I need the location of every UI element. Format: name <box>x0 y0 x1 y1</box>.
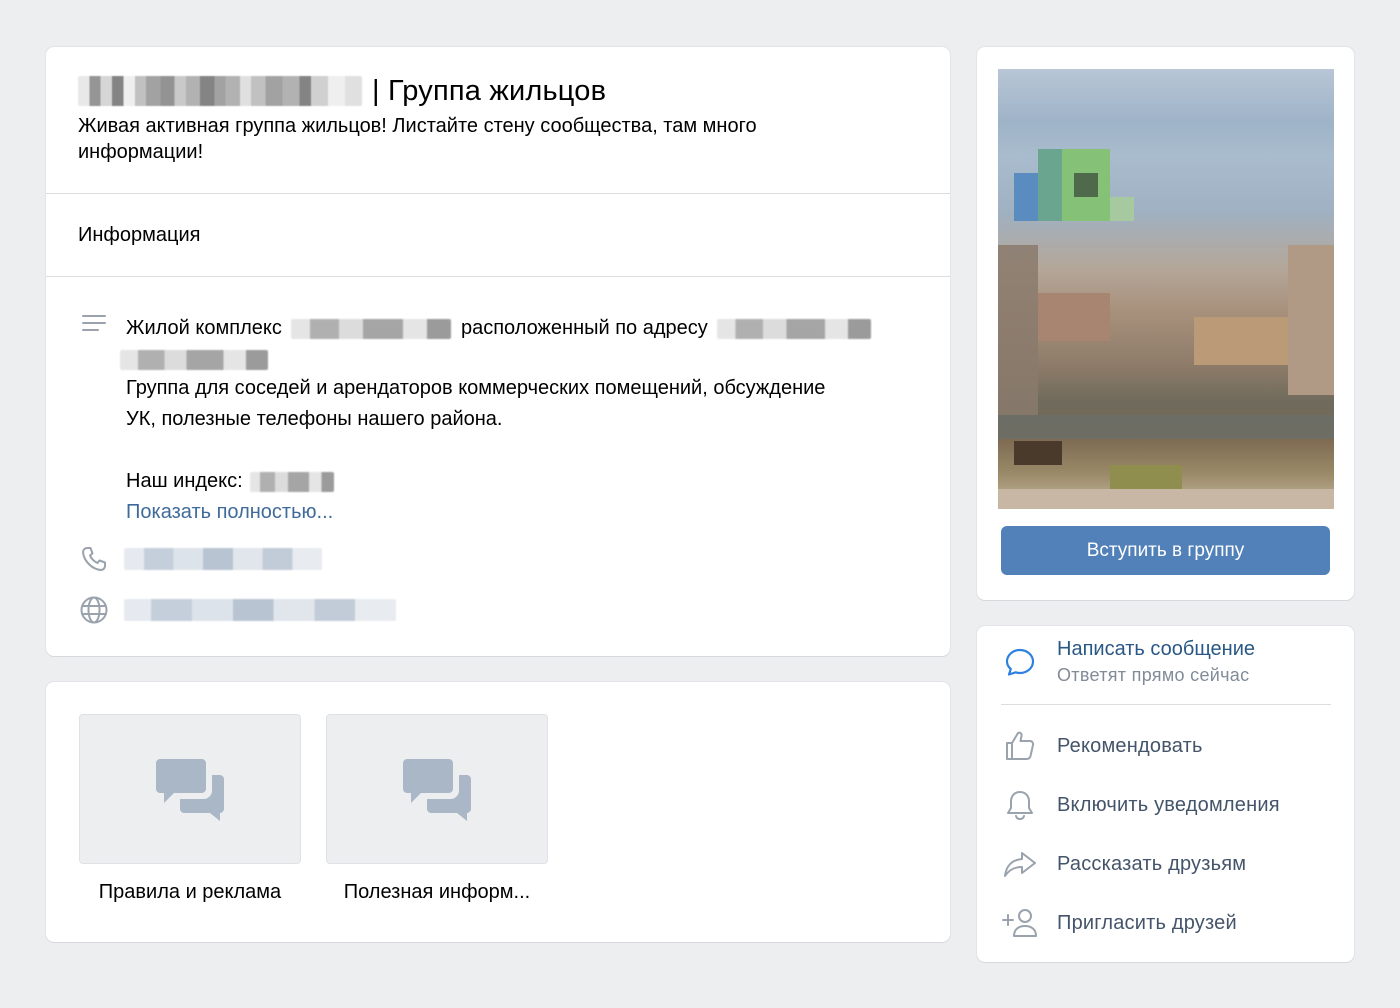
discussion-title[interactable]: Правила и реклама <box>79 881 301 904</box>
notifications-action[interactable]: Включить уведомления <box>1001 786 1280 824</box>
response-time-label: Ответят прямо сейчас <box>1057 665 1250 685</box>
phone-row[interactable] <box>78 543 322 575</box>
discussion-thumbnail[interactable] <box>79 714 301 864</box>
description-icon <box>82 315 106 335</box>
group-title: | Группа жильцов <box>372 74 607 107</box>
share-label[interactable]: Рассказать друзьям <box>1057 853 1246 876</box>
phone-icon <box>82 547 106 571</box>
globe-icon <box>80 596 108 624</box>
share-action[interactable]: Рассказать друзьям <box>1001 845 1246 883</box>
desc-part2: расположенный по адресу <box>460 317 708 339</box>
avatar-card: Вступить в группу <box>977 47 1354 600</box>
desc-line2: Группа для соседей и арендаторов коммерч… <box>126 377 826 430</box>
share-icon <box>1001 845 1039 883</box>
message-icon <box>1001 643 1039 681</box>
group-info-card: | Группа жильцов Живая активная группа ж… <box>46 47 950 656</box>
blurred-address-cont <box>120 349 268 370</box>
discussion-title[interactable]: Полезная информ... <box>326 881 548 904</box>
discussion-thumbnail[interactable] <box>326 714 548 864</box>
blurred-index <box>250 471 335 492</box>
discussion-icon <box>403 759 471 821</box>
send-message-action[interactable]: Написать сообщение Ответят прямо сейчас <box>1001 638 1255 686</box>
notifications-label[interactable]: Включить уведомления <box>1057 794 1280 817</box>
index-label: Наш индекс: <box>126 470 243 492</box>
group-header: | Группа жильцов Живая активная группа ж… <box>46 47 950 193</box>
info-section-title: Информация <box>78 223 201 246</box>
discussion-item[interactable]: Правила и реклама <box>79 714 301 904</box>
bell-icon <box>1001 786 1039 824</box>
thumbs-up-icon <box>1001 727 1039 765</box>
actions-card: Написать сообщение Ответят прямо сейчас … <box>977 626 1354 962</box>
discussion-icon <box>156 759 224 821</box>
blurred-website <box>124 599 396 621</box>
add-user-icon <box>1001 904 1039 942</box>
recommend-label[interactable]: Рекомендовать <box>1057 735 1203 758</box>
blurred-complex-name <box>291 318 452 339</box>
blurred-address <box>717 318 872 339</box>
desc-part1: Жилой комплекс <box>126 317 282 339</box>
recommend-action[interactable]: Рекомендовать <box>1001 727 1203 765</box>
join-group-button[interactable]: Вступить в группу <box>1001 526 1330 575</box>
invite-action[interactable]: Пригласить друзей <box>1001 904 1237 942</box>
group-status: Живая активная группа жильцов! Листайте … <box>78 115 757 163</box>
group-avatar[interactable] <box>998 69 1334 509</box>
discussion-item[interactable]: Полезная информ... <box>326 714 548 904</box>
send-message-label[interactable]: Написать сообщение <box>1057 638 1255 661</box>
blurred-phone <box>124 548 322 570</box>
show-more-link[interactable]: Показать полностью... <box>126 497 916 528</box>
website-row[interactable] <box>78 594 396 626</box>
discussions-card: Правила и реклама Полезная информ... <box>46 682 950 942</box>
blurred-group-name <box>78 76 362 106</box>
invite-label[interactable]: Пригласить друзей <box>1057 912 1237 935</box>
divider <box>1001 704 1331 705</box>
